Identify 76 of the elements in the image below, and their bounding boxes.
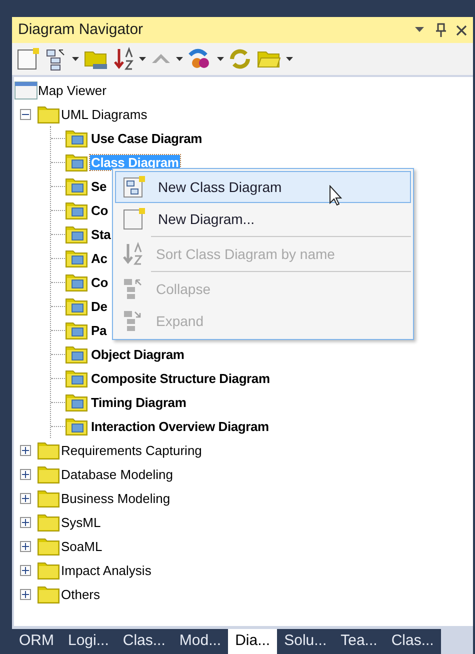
collapse-toggle-icon[interactable] <box>20 108 31 120</box>
folder-icon <box>65 320 89 340</box>
folder-icon <box>37 560 61 580</box>
tab[interactable]: Mod... <box>172 629 228 654</box>
folder-icon <box>65 200 89 220</box>
tab[interactable]: Logi... <box>61 629 116 654</box>
folder-icon <box>37 488 61 508</box>
collapse-icon <box>122 277 144 301</box>
folder-icon <box>37 104 61 124</box>
tree-item[interactable]: Requirements Capturing <box>61 442 202 458</box>
tree-item[interactable]: Pa <box>90 322 108 338</box>
menu-item[interactable]: New Class Diagram <box>115 171 411 203</box>
tree-item[interactable]: Business Modeling <box>61 490 170 506</box>
expand-toggle-icon[interactable] <box>20 516 31 528</box>
tree-item[interactable]: Timing Diagram <box>90 394 188 410</box>
expand-toggle-icon[interactable] <box>20 444 31 456</box>
mouse-cursor-icon <box>329 185 343 207</box>
tree-item[interactable]: Co <box>90 202 109 218</box>
dropdown-caret-icon[interactable] <box>72 57 79 61</box>
panel-title: Diagram Navigator <box>18 20 144 40</box>
new-document-icon[interactable] <box>16 47 40 71</box>
folder-icon <box>65 296 89 316</box>
tab[interactable]: Tea... <box>334 629 384 654</box>
tab[interactable]: Solu... <box>277 629 334 654</box>
dropdown-icon[interactable] <box>415 27 424 33</box>
folder-icon <box>65 128 89 148</box>
expand-toggle-icon[interactable] <box>20 468 31 480</box>
tree-item[interactable]: Database Modeling <box>61 466 174 482</box>
expand-toggle-icon[interactable] <box>20 588 31 600</box>
tree-item[interactable]: Map Viewer <box>38 82 106 98</box>
sort-icon[interactable] <box>113 47 135 71</box>
tree-item[interactable]: Interaction Overview Diagram <box>90 418 270 434</box>
folder-icon <box>65 344 89 364</box>
folder-icon <box>65 248 89 268</box>
folder-icon <box>37 440 61 460</box>
tab[interactable]: Clas... <box>384 629 441 654</box>
folder-icon <box>65 416 89 436</box>
tree-item[interactable]: De <box>90 298 108 314</box>
folder-icon <box>37 536 61 556</box>
tree-item[interactable]: Ac <box>90 250 108 266</box>
expand-toggle-icon[interactable] <box>20 492 31 504</box>
tab[interactable]: ORM <box>12 629 61 654</box>
pin-icon[interactable] <box>436 23 446 37</box>
tree-item[interactable]: Object Diagram <box>90 346 186 362</box>
tree-item[interactable]: Composite Structure Diagram <box>90 370 271 386</box>
new-document-icon <box>122 207 146 231</box>
folder-icon <box>37 512 61 532</box>
menu-item[interactable]: New Diagram... <box>115 203 411 235</box>
close-icon[interactable] <box>456 24 467 36</box>
dropdown-caret-icon[interactable] <box>176 57 183 61</box>
sort-icon <box>122 242 144 266</box>
tree-item[interactable]: Others <box>61 586 100 602</box>
folder-icon <box>65 392 89 412</box>
tree-item[interactable]: Impact Analysis <box>61 562 152 578</box>
folder-icon <box>65 272 89 292</box>
tree-item[interactable]: Co <box>90 274 109 290</box>
dropdown-caret-icon[interactable] <box>139 57 146 61</box>
folder-icon <box>37 584 61 604</box>
folder-icon <box>65 176 89 196</box>
expand-toggle-icon[interactable] <box>20 564 31 576</box>
tree-item[interactable]: Sta <box>90 226 112 242</box>
folder-icon <box>65 152 89 172</box>
folder-icon <box>65 224 89 244</box>
tree-item[interactable]: SoaML <box>61 538 102 554</box>
folder-icon <box>65 368 89 388</box>
tree-item[interactable]: SysML <box>61 514 101 530</box>
tree-item[interactable]: UML Diagrams <box>61 106 148 122</box>
tab[interactable]: Dia... <box>228 629 278 654</box>
folder-icon <box>37 464 61 484</box>
dropdown-caret-icon[interactable] <box>286 57 293 61</box>
tree-item[interactable]: Use Case Diagram <box>90 130 203 146</box>
dropdown-caret-icon[interactable] <box>217 57 224 61</box>
class-diagram-icon <box>122 175 146 199</box>
tab[interactable]: Clas... <box>116 629 172 654</box>
expand-toggle-icon[interactable] <box>20 540 31 552</box>
tree-item[interactable]: Se <box>90 178 108 194</box>
